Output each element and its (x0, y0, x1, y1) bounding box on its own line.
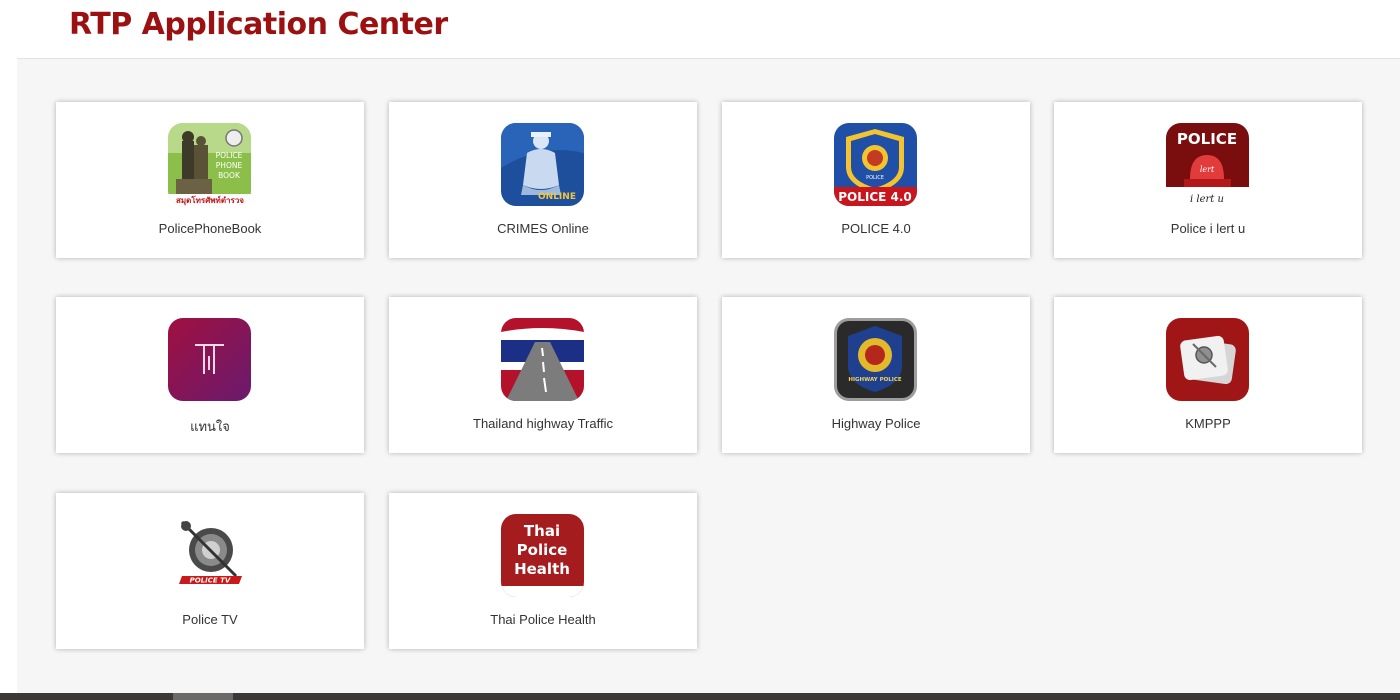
crimes-online-icon: ONLINE (501, 123, 584, 206)
icon-text: POLICE (1177, 130, 1237, 148)
icon-text: POLICE TV (190, 577, 231, 585)
icon-text: BOOK (218, 171, 241, 180)
scrollbar-thumb[interactable] (173, 693, 233, 700)
police-i-lert-u-icon: POLICE lert i lert u (1166, 123, 1249, 206)
bottom-bar (0, 693, 1400, 700)
icon-text: lert (1200, 165, 1215, 174)
app-label: CRIMES Online (497, 221, 589, 236)
app-label: Thai Police Health (490, 612, 596, 627)
highway-police-icon: HIGHWAY POLICE (834, 318, 917, 401)
icon-text: POLICE (866, 175, 884, 181)
icon-text: POLICE 4.0 (838, 190, 912, 204)
police-tv-icon: POLICE TV (168, 514, 251, 597)
app-card-kmppp[interactable]: KMPPP (1054, 297, 1362, 453)
app-card-highway-police[interactable]: HIGHWAY POLICE Highway Police (722, 297, 1030, 453)
icon-text: Police (517, 541, 568, 559)
app-label: POLICE 4.0 (841, 221, 911, 236)
icon-text: Health (514, 560, 570, 578)
thai-police-health-icon: Thai Police Health (501, 514, 584, 597)
app-card-police-4[interactable]: POLICE POLICE 4.0 POLICE 4.0 (722, 102, 1030, 258)
app-label: Thailand highway Traffic (473, 416, 613, 431)
app-label: PolicePhoneBook (158, 221, 262, 236)
app-label: KMPPP (1185, 416, 1231, 431)
app-label: Police TV (182, 612, 238, 627)
police-phone-book-icon: POLICE PHONE BOOK สมุดโทรศัพท์ตำรวจ (168, 123, 251, 206)
page: RTP Application Center POLICE PHONE BOOK… (17, 0, 1400, 693)
app-card-highway-traffic[interactable]: Thailand highway Traffic (389, 297, 697, 453)
tanjai-icon (168, 318, 251, 401)
app-card-police-tv[interactable]: POLICE TV Police TV (56, 493, 364, 649)
app-label: Highway Police (831, 416, 921, 431)
icon-text: HIGHWAY POLICE (848, 377, 902, 383)
app-card-tanjai[interactable]: แทนใจ (56, 297, 364, 453)
kmppp-icon (1166, 318, 1249, 401)
icon-text: PHONE (216, 161, 243, 170)
app-card-policephonebook[interactable]: POLICE PHONE BOOK สมุดโทรศัพท์ตำรวจ Poli… (56, 102, 364, 258)
app-label: แทนใจ (190, 419, 230, 434)
app-label: Police i lert u (1170, 221, 1246, 236)
highway-traffic-icon (501, 318, 584, 401)
icon-text: POLICE (216, 151, 243, 160)
app-card-crimes-online[interactable]: ONLINE CRIMES Online (389, 102, 697, 258)
icon-text: i lert u (1190, 194, 1224, 205)
page-title: RTP Application Center (69, 7, 448, 42)
app-card-police-i-lert-u[interactable]: POLICE lert i lert u Police i lert u (1054, 102, 1362, 258)
app-card-thai-police-health[interactable]: Thai Police Health Thai Police Health (389, 493, 697, 649)
icon-text: ONLINE (538, 192, 576, 202)
police-4-icon: POLICE POLICE 4.0 (834, 123, 917, 206)
icon-text: Thai (524, 522, 560, 540)
icon-text: สมุดโทรศัพท์ตำรวจ (176, 195, 244, 206)
header: RTP Application Center (17, 0, 1400, 59)
